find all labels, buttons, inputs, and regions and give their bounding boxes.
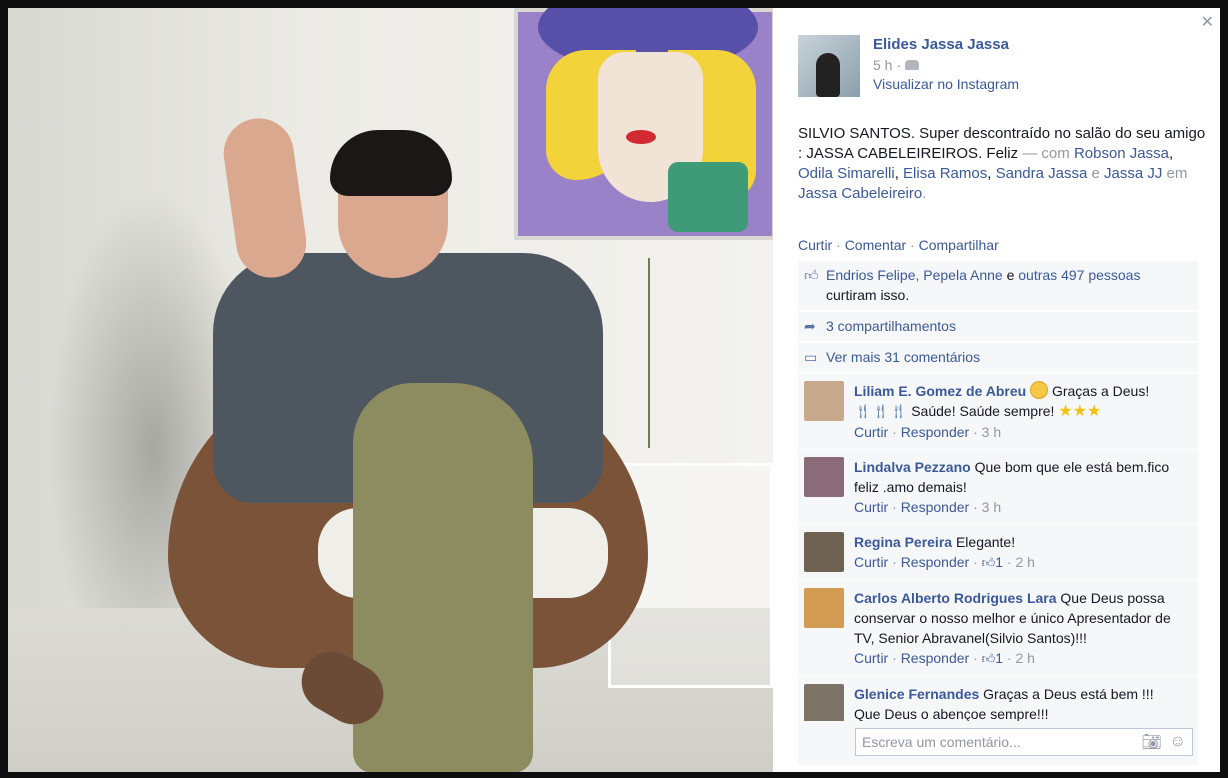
more-comments-row: ▭ Ver mais 31 comentários — [798, 343, 1198, 373]
tagged-person[interactable]: Sandra Jassa — [996, 165, 1088, 182]
comment-like-button[interactable]: Curtir — [854, 424, 888, 440]
author-avatar[interactable] — [798, 35, 860, 97]
commenter-name[interactable]: Lindalva Pezzano — [854, 459, 971, 475]
heart-eyes-emoji-icon — [1030, 381, 1049, 399]
comment-composer[interactable]: 📷︎ ☺ — [855, 728, 1193, 756]
comment: Glenice Fernandes Graças a Deus está bem… — [798, 677, 1198, 722]
commenter-avatar[interactable] — [804, 684, 844, 722]
comment-time[interactable]: 2 h — [1015, 650, 1034, 666]
comment: Regina Pereira Elegante! Curtir · Respon… — [798, 525, 1198, 581]
post-time[interactable]: 5 h — [873, 57, 892, 73]
post-with-label: — com — [1022, 145, 1070, 162]
commenter-name[interactable]: Liliam E. Gomez de Abreu — [854, 383, 1026, 399]
commenter-avatar[interactable] — [804, 457, 844, 497]
like-thumb-icon[interactable]: 👍︎ — [982, 651, 996, 666]
tagged-person[interactable]: Jassa JJ — [1104, 165, 1162, 182]
friends-audience-icon[interactable] — [905, 60, 920, 70]
commenter-avatar[interactable] — [804, 381, 844, 421]
post-text: SILVIO SANTOS. Super descontraído no sal… — [798, 125, 1206, 202]
photo-flowers — [648, 258, 758, 448]
like-button[interactable]: Curtir — [798, 237, 832, 253]
likes-summary: 👍︎ Endrios Felipe, Pepela Anne e outras … — [798, 261, 1198, 311]
separator: · — [896, 57, 902, 73]
comments-list[interactable]: Liliam E. Gomez de Abreu Graças a Deus! … — [798, 374, 1198, 722]
comment-like-count[interactable]: 1 — [995, 554, 1003, 570]
other-likers-link[interactable]: outras 497 pessoas — [1018, 267, 1140, 283]
photo-painting — [514, 8, 773, 240]
tagged-person[interactable]: Odila Simarelli — [798, 165, 895, 182]
likes-suffix: curtiram isso. — [826, 287, 910, 303]
commenter-avatar[interactable] — [804, 532, 844, 572]
comment-text: Elegante! — [955, 534, 1016, 550]
like-thumb-icon: 👍︎ — [804, 267, 819, 283]
close-icon[interactable]: ✕ — [1201, 12, 1214, 32]
shares-summary: ➦ 3 compartilhamentos — [798, 312, 1198, 342]
comment-text: Saúde! Saúde sempre! — [911, 403, 1055, 419]
star-emoji-icon: ★★★ — [1058, 403, 1102, 420]
share-arrow-icon: ➦ — [804, 318, 816, 334]
comment-like-button[interactable]: Curtir — [854, 554, 888, 570]
post-timestamp-row: 5 h · — [873, 57, 1019, 73]
comment-like-button[interactable]: Curtir — [854, 499, 888, 515]
post-side-panel: ✕ Elides Jassa Jassa 5 h · Visualizar no… — [773, 8, 1220, 772]
emoji-icon[interactable]: ☺ — [1170, 733, 1186, 751]
post-and-word: e — [1091, 165, 1100, 182]
comment-reply-button[interactable]: Responder — [901, 554, 970, 570]
comment: Liliam E. Gomez de Abreu Graças a Deus! … — [798, 374, 1198, 450]
photo-person-hair — [330, 130, 452, 196]
comment: Carlos Alberto Rodrigues Lara Que Deus p… — [798, 581, 1198, 677]
more-comments-link[interactable]: Ver mais 31 comentários — [826, 347, 980, 368]
ufi-summary: 👍︎ Endrios Felipe, Pepela Anne e outras … — [798, 261, 1198, 373]
comment-bubble-icon: ▭ — [804, 349, 818, 365]
photo-person-legs — [353, 383, 533, 772]
tagged-person[interactable]: Robson Jassa — [1074, 145, 1169, 162]
comment-time[interactable]: 3 h — [982, 499, 1001, 515]
comment-reply-button[interactable]: Responder — [901, 650, 970, 666]
commenter-name[interactable]: Carlos Alberto Rodrigues Lara — [854, 590, 1057, 606]
comment-like-button[interactable]: Curtir — [854, 650, 888, 666]
comment-time[interactable]: 3 h — [982, 424, 1001, 440]
post-at-label: em — [1166, 165, 1188, 182]
commenter-name[interactable]: Glenice Fernandes — [854, 686, 979, 702]
post-author: Elides Jassa Jassa 5 h · Visualizar no I… — [798, 35, 1019, 97]
tagged-person[interactable]: Elisa Ramos — [903, 165, 987, 182]
comment-button[interactable]: Comentar — [845, 237, 906, 253]
cutlery-emoji-icon: 🍴︎🍴︎🍴︎ — [854, 403, 908, 419]
comment-input[interactable] — [862, 734, 1134, 750]
camera-icon[interactable]: 📷︎ — [1141, 732, 1161, 752]
comment-like-count[interactable]: 1 — [995, 650, 1003, 666]
author-name[interactable]: Elides Jassa Jassa — [873, 36, 1019, 53]
instagram-source-link[interactable]: Visualizar no Instagram — [873, 76, 1019, 92]
commenter-avatar[interactable] — [804, 588, 844, 628]
commenter-name[interactable]: Regina Pereira — [854, 534, 952, 550]
post-photo[interactable] — [8, 8, 773, 772]
like-thumb-icon[interactable]: 👍︎ — [982, 555, 996, 570]
comment: Lindalva Pezzano Que bom que ele está be… — [798, 450, 1198, 525]
comment-reply-button[interactable]: Responder — [901, 499, 970, 515]
tagged-place[interactable]: Jassa Cabeleireiro — [798, 185, 922, 202]
comment-text: Graças a Deus está bem !!! — [983, 686, 1154, 702]
author-meta: Elides Jassa Jassa 5 h · Visualizar no I… — [873, 36, 1019, 97]
likers-link[interactable]: Endrios Felipe, Pepela Anne — [826, 267, 1003, 283]
shares-link[interactable]: 3 compartilhamentos — [826, 316, 956, 337]
comment-text: Graças a Deus! — [1051, 383, 1150, 399]
comment-time[interactable]: 2 h — [1015, 554, 1034, 570]
post-actions: Curtir · Comentar · Compartilhar — [798, 237, 999, 253]
share-button[interactable]: Compartilhar — [919, 237, 999, 253]
comment-reply-button[interactable]: Responder — [901, 424, 970, 440]
comment-text-continued: Que Deus o abençoe sempre!!! — [854, 706, 1049, 722]
